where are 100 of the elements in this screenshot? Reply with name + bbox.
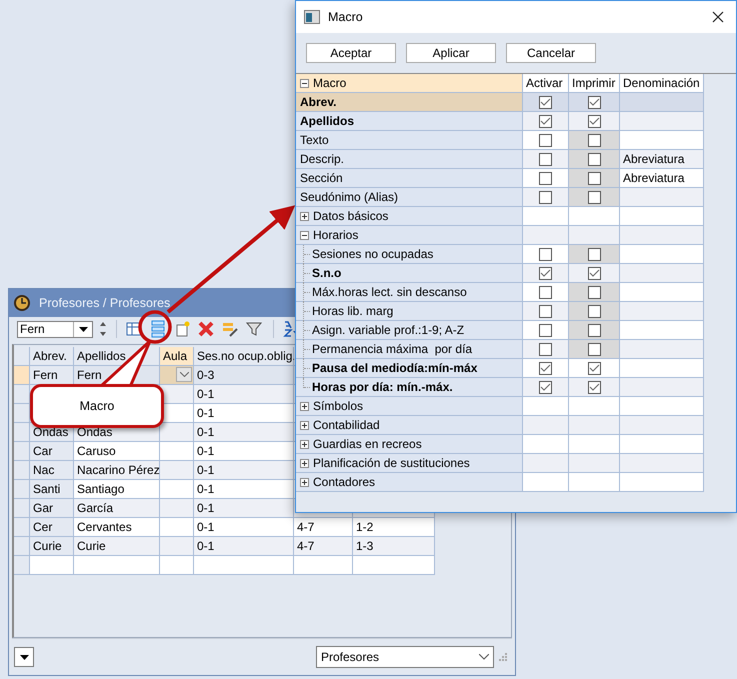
expand-icon[interactable] [300,478,309,486]
table-cell [523,473,569,492]
column-header[interactable]: Denominación [620,74,704,93]
table-cell: Curie [30,537,74,556]
table-cell [160,556,194,575]
edit-icon[interactable] [222,321,238,337]
new-icon[interactable] [174,321,190,337]
close-icon[interactable] [712,11,724,23]
table-cell: Fern [30,366,74,385]
table-cell: Nac [30,461,74,480]
checkbox[interactable] [539,134,552,146]
tree-item[interactable]: Máx.horas lect. sin descanso [296,283,523,302]
checkbox[interactable] [539,96,552,108]
table-cell: 0-1 [194,423,294,442]
column-header[interactable]: Activar [523,74,569,93]
table-cell: 0-1 [194,385,294,404]
table-cell: Abreviatura [620,169,704,188]
resize-grip-icon[interactable] [498,652,508,662]
tree-item[interactable]: Contadores [296,473,523,492]
list-icon[interactable] [150,320,166,338]
table-cell: 0-1 [194,404,294,423]
tree-item[interactable]: Guardias en recreos [296,435,523,454]
table-cell: 0-1 [194,518,294,537]
table-cell [569,435,620,454]
tree-item[interactable]: Sección [296,169,523,188]
column-header[interactable]: Aula [160,347,194,366]
table-cell: García [74,499,160,518]
table-cell [523,454,569,473]
tree-item[interactable]: Texto [296,131,523,150]
table-cell: 0-1 [194,442,294,461]
caret-icon [78,326,88,332]
tree-item[interactable]: Planificación de sustituciones [296,454,523,473]
table-cell: 0-1 [194,461,294,480]
tree-item[interactable]: Pausa del mediodía:mín-máx [296,359,523,378]
tree-item[interactable]: Seudónimo (Alias) [296,188,523,207]
tree-item[interactable]: Horas lib. marg [296,302,523,321]
checkbox[interactable] [539,380,552,394]
teacher-select[interactable]: Fern [17,320,93,338]
tree-item[interactable]: Descrip. [296,150,523,169]
checkbox[interactable] [539,342,552,356]
checkbox[interactable] [539,286,552,298]
tree-header[interactable]: Macro [296,74,523,93]
table-cell: 1-2 [353,518,435,537]
dialog-button[interactable]: Aceptar [306,43,396,63]
expand-icon[interactable] [300,402,309,410]
checkbox[interactable] [588,380,600,394]
expand-icon[interactable] [300,458,309,468]
tree-item[interactable]: Horarios [296,226,523,245]
caret-icon [20,654,28,660]
checkbox[interactable] [588,114,600,128]
checkbox[interactable] [539,190,552,204]
checkbox[interactable] [539,362,552,374]
tree-item[interactable]: Apellidos [296,112,523,131]
dialog-button[interactable]: Cancelar [506,43,596,63]
delete-icon[interactable] [198,321,214,337]
tree-item[interactable]: Contabilidad [296,416,523,435]
spinner-icon[interactable] [99,320,107,338]
table-cell: 1-3 [353,537,435,556]
table-cell: Gar [30,499,74,518]
tree-item[interactable]: Datos básicos [296,207,523,226]
checkbox[interactable] [539,114,552,128]
column-header[interactable]: Ses.no ocup.oblig. [194,347,294,366]
expand-icon[interactable] [300,420,309,430]
checkbox[interactable] [539,172,552,184]
table-cell [160,499,194,518]
checkbox[interactable] [588,266,600,280]
table-cell [160,518,194,537]
table-cell [30,556,74,575]
checkbox[interactable] [588,96,600,108]
window-icon [304,10,320,24]
expand-icon[interactable] [300,440,309,448]
window-title: Profesores / Profesores [39,296,170,310]
filter-icon[interactable] [246,321,262,337]
table-cell [523,435,569,454]
tree-item[interactable]: S.n.o [296,264,523,283]
tree-item[interactable]: Abrev. [296,93,523,112]
checkbox[interactable] [539,324,552,336]
tree-header-label: Macro [313,76,346,90]
collapse-icon[interactable] [300,78,309,88]
tree-item[interactable]: Sesiones no ocupadas [296,245,523,264]
table-cell: Car [30,442,74,461]
expand-icon[interactable] [300,212,309,220]
expand-icon[interactable] [300,230,309,240]
checkbox[interactable] [539,152,552,166]
column-header[interactable]: Abrev. [30,347,74,366]
checkbox[interactable] [539,304,552,318]
tree-item[interactable]: Asign. variable prof.:1-9; A-Z [296,321,523,340]
table-cell: Nacarino Pérez [74,461,160,480]
checkbox[interactable] [588,362,600,374]
dialog-button[interactable]: Aplicar [406,43,496,63]
tree-item[interactable]: Horas por día: mín.-máx. [296,378,523,397]
column-header[interactable]: Imprimir [569,74,620,93]
checkbox[interactable] [539,248,552,260]
dialog-title: Macro [328,10,363,24]
tree-item[interactable]: Símbolos [296,397,523,416]
view-select[interactable]: Profesores [316,646,494,668]
highlight-circle [138,310,172,344]
tree-item[interactable]: Permanencia máxima por día [296,340,523,359]
checkbox[interactable] [539,266,552,280]
dropdown-button[interactable] [14,647,34,667]
